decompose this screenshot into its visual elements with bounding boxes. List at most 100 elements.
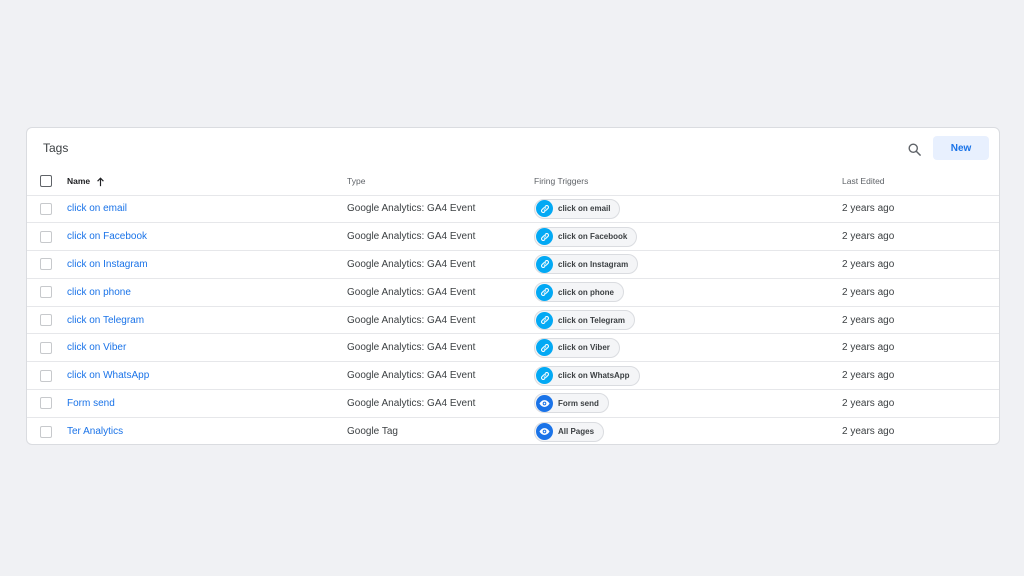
triggers-cell: All Pages: [534, 417, 842, 445]
row-checkbox[interactable]: [40, 397, 52, 410]
table-header-row: Name Type Firing Triggers Last Edited: [27, 168, 999, 195]
triggers-cell: click on email: [534, 195, 842, 223]
tag-name-link[interactable]: Ter Analytics: [67, 426, 123, 437]
tag-name-link[interactable]: click on Telegram: [67, 315, 144, 326]
tag-name-link[interactable]: click on email: [67, 203, 127, 214]
tag-type: Google Analytics: GA4 Event: [347, 203, 476, 215]
new-tag-button[interactable]: New: [933, 136, 989, 160]
triggers-cell: click on Facebook: [534, 223, 842, 251]
table-row[interactable]: click on email Google Analytics: GA4 Eve…: [27, 195, 999, 223]
trigger-chip-label: click on Viber: [558, 343, 610, 353]
search-icon: [908, 143, 921, 156]
trigger-chip-label: click on Facebook: [558, 232, 628, 242]
tags-table: Name Type Firing Triggers Last Edited cl…: [27, 168, 999, 445]
tag-name-link[interactable]: click on Instagram: [67, 259, 148, 270]
panel-header: Tags New: [27, 128, 999, 168]
tag-type: Google Analytics: GA4 Event: [347, 231, 476, 243]
column-triggers-header[interactable]: Firing Triggers: [534, 168, 842, 195]
row-checkbox-cell: [27, 278, 67, 306]
name-cell: click on Viber: [67, 334, 347, 362]
column-edited-header[interactable]: Last Edited: [842, 168, 999, 195]
trigger-chip-label: click on Instagram: [558, 259, 629, 269]
name-cell: Form send: [67, 390, 347, 418]
tag-type: Google Analytics: GA4 Event: [347, 370, 476, 382]
link-icon: [536, 228, 553, 246]
trigger-chip[interactable]: Form send: [534, 393, 609, 414]
name-cell: Ter Analytics: [67, 417, 347, 445]
tag-type: Google Tag: [347, 426, 398, 438]
trigger-chip[interactable]: click on phone: [534, 282, 625, 303]
trigger-chip[interactable]: click on Viber: [534, 337, 620, 358]
row-checkbox-cell: [27, 306, 67, 334]
table-row[interactable]: Form send Google Analytics: GA4 Event Fo…: [27, 389, 999, 418]
row-checkbox[interactable]: [40, 341, 52, 354]
panel-title: Tags: [43, 141, 69, 155]
eye-icon: [536, 394, 553, 412]
trigger-chip-label: click on phone: [558, 287, 615, 297]
trigger-chip[interactable]: click on email: [534, 198, 621, 219]
last-edited: 2 years ago: [842, 258, 895, 270]
link-icon: [536, 255, 553, 273]
link-icon: [536, 367, 553, 385]
triggers-cell: click on phone: [534, 278, 842, 306]
trigger-chip[interactable]: click on Telegram: [534, 310, 635, 331]
table-row[interactable]: click on Instagram Google Analytics: GA4…: [27, 250, 999, 279]
search-button[interactable]: [903, 138, 925, 160]
row-checkbox[interactable]: [40, 258, 52, 271]
row-checkbox[interactable]: [40, 369, 52, 382]
table-row[interactable]: click on phone Google Analytics: GA4 Eve…: [27, 278, 999, 306]
tag-name-link[interactable]: click on Facebook: [67, 231, 147, 242]
tag-name-link[interactable]: click on Viber: [67, 342, 126, 353]
column-name-header[interactable]: Name: [67, 168, 347, 195]
tag-type: Google Analytics: GA4 Event: [347, 258, 476, 270]
tag-type: Google Analytics: GA4 Event: [347, 342, 476, 354]
name-cell: click on WhatsApp: [67, 362, 347, 390]
column-name-label: Name: [67, 175, 91, 186]
tag-type: Google Analytics: GA4 Event: [347, 314, 476, 326]
last-edited: 2 years ago: [842, 370, 895, 382]
link-icon: [536, 311, 553, 329]
trigger-chip-label: All Pages: [558, 427, 595, 437]
table-row[interactable]: click on WhatsApp Google Analytics: GA4 …: [27, 361, 999, 390]
eye-icon: [536, 423, 553, 441]
row-checkbox-cell: [27, 362, 67, 390]
row-checkbox-cell: [27, 334, 67, 362]
table-row[interactable]: click on Facebook Google Analytics: GA4 …: [27, 222, 999, 251]
link-icon: [536, 283, 553, 301]
column-type-header[interactable]: Type: [347, 168, 534, 195]
triggers-cell: click on Viber: [534, 334, 842, 362]
triggers-cell: click on Instagram: [534, 251, 842, 279]
row-checkbox[interactable]: [40, 425, 52, 438]
tag-name-link[interactable]: click on phone: [67, 287, 131, 298]
triggers-cell: click on Telegram: [534, 306, 842, 334]
sort-ascending-icon[interactable]: [96, 177, 105, 187]
link-icon: [536, 339, 553, 357]
select-all-checkbox[interactable]: [40, 175, 52, 188]
link-icon: [536, 200, 553, 218]
tag-name-link[interactable]: Form send: [67, 398, 115, 409]
trigger-chip[interactable]: click on WhatsApp: [534, 365, 640, 386]
table-row[interactable]: click on Viber Google Analytics: GA4 Eve…: [27, 333, 999, 362]
row-checkbox[interactable]: [40, 286, 52, 299]
tag-name-link[interactable]: click on WhatsApp: [67, 370, 149, 381]
name-cell: click on Instagram: [67, 251, 347, 279]
trigger-chip[interactable]: click on Instagram: [534, 254, 639, 275]
table-row[interactable]: Ter Analytics Google Tag All Pages 2 yea…: [27, 417, 999, 445]
row-checkbox[interactable]: [40, 202, 52, 215]
triggers-cell: Form send: [534, 390, 842, 418]
row-checkbox-cell: [27, 195, 67, 223]
row-checkbox-cell: [27, 223, 67, 251]
row-checkbox[interactable]: [40, 314, 52, 327]
trigger-chip[interactable]: All Pages: [534, 421, 605, 442]
tag-type: Google Analytics: GA4 Event: [347, 286, 476, 298]
name-cell: click on email: [67, 195, 347, 223]
name-cell: click on Facebook: [67, 223, 347, 251]
row-checkbox[interactable]: [40, 230, 52, 243]
table-row[interactable]: click on Telegram Google Analytics: GA4 …: [27, 306, 999, 334]
last-edited: 2 years ago: [842, 203, 895, 215]
trigger-chip[interactable]: click on Facebook: [534, 226, 638, 247]
name-cell: click on Telegram: [67, 306, 347, 334]
tags-panel: Tags New Name Type Firing Triggers Last …: [26, 127, 1000, 445]
select-all-cell: [27, 168, 67, 195]
last-edited: 2 years ago: [842, 231, 895, 243]
